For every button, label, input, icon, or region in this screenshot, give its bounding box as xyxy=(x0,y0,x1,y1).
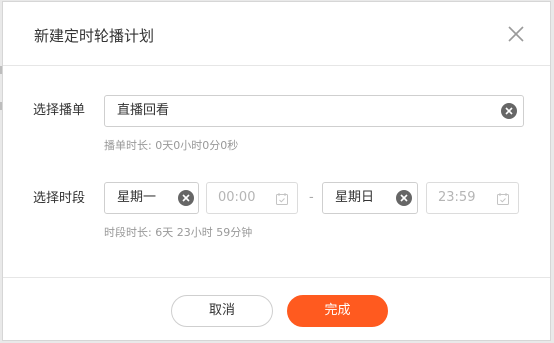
schedule-dialog: 新建定时轮播计划 选择播单 直播回看 播单时长: 0天0小时0分0秒 选择时段 … xyxy=(2,1,551,341)
playlist-value: 直播回看 xyxy=(117,103,170,118)
playlist-label: 选择播单 xyxy=(33,103,86,118)
calendar-icon xyxy=(496,191,510,205)
start-day-select[interactable]: 星期一 xyxy=(104,182,199,214)
period-label: 选择时段 xyxy=(33,191,86,206)
end-time-input[interactable]: 23:59 xyxy=(426,182,519,214)
cancel-button[interactable]: 取消 xyxy=(171,295,273,327)
clear-playlist-icon[interactable] xyxy=(501,103,517,119)
time-range-separator: - xyxy=(309,190,314,205)
footer-divider xyxy=(3,277,550,278)
start-day-value: 星期一 xyxy=(117,190,157,205)
end-day-select[interactable]: 星期日 xyxy=(322,182,418,214)
dialog-title: 新建定时轮播计划 xyxy=(34,27,155,45)
playlist-duration: 播单时长: 0天0小时0分0秒 xyxy=(104,139,239,152)
start-time-input[interactable]: 00:00 xyxy=(206,182,298,214)
confirm-button[interactable]: 完成 xyxy=(287,295,388,327)
dialog-header: 新建定时轮播计划 xyxy=(3,2,550,66)
playlist-select[interactable]: 直播回看 xyxy=(104,95,524,127)
period-duration: 时段时长: 6天 23小时 59分钟 xyxy=(104,226,253,239)
clear-end-day-icon[interactable] xyxy=(396,190,412,206)
clear-start-day-icon[interactable] xyxy=(178,190,194,206)
calendar-icon xyxy=(275,191,289,205)
end-time-placeholder: 23:59 xyxy=(438,190,476,205)
end-day-value: 星期日 xyxy=(335,190,375,205)
start-time-placeholder: 00:00 xyxy=(218,190,256,205)
close-icon[interactable] xyxy=(505,23,527,45)
